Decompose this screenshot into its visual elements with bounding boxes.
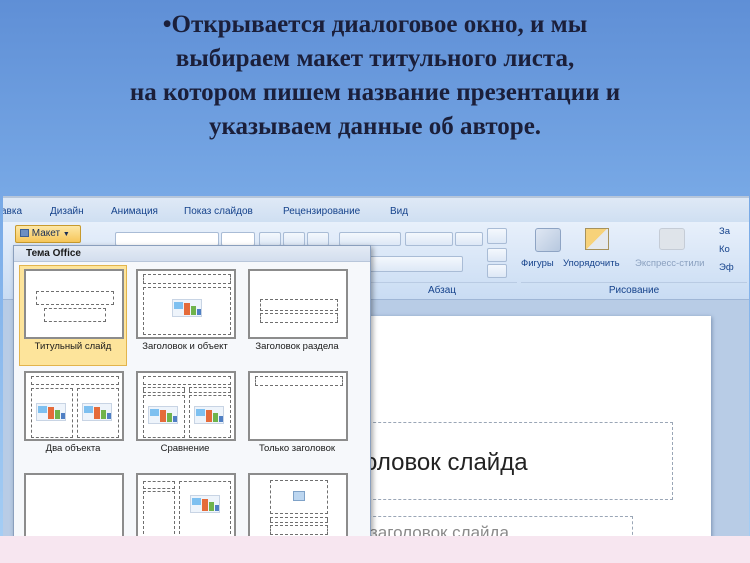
layout-icon — [20, 229, 29, 237]
slide-heading-line-3: на котором пишем название презентации и — [129, 79, 621, 106]
layout-label: Два объекта — [45, 443, 101, 454]
tab-review[interactable]: Рецензирование — [283, 206, 360, 217]
font-size-box[interactable] — [221, 232, 255, 246]
align-text-icon[interactable] — [487, 248, 507, 262]
shapes-icon[interactable] — [535, 228, 561, 252]
layout-label: Заголовок и объект — [142, 341, 228, 352]
fill-button-cut[interactable]: За — [719, 226, 730, 237]
tab-animation[interactable]: Анимация — [111, 206, 158, 217]
layout-button[interactable]: Макет ▼ — [15, 225, 81, 243]
gallery-theme-title: Тема Office — [14, 246, 370, 262]
text-direction-icon[interactable] — [487, 228, 507, 244]
font-name-box[interactable] — [115, 232, 219, 246]
drawing-group-label: Рисование — [521, 282, 747, 296]
grow-font-button[interactable] — [259, 232, 281, 246]
slide-heading-line-2: выбираем макет титульного листа, — [175, 45, 575, 72]
ribbon-tabs: авка Дизайн Анимация Показ слайдов Рецен… — [3, 198, 749, 222]
slide-heading: •Открывается диалоговое окно, и мы выбир… — [0, 8, 750, 144]
layout-thumbnail — [136, 473, 236, 536]
picture-icon — [293, 491, 305, 501]
powerpoint-screenshot: авка Дизайн Анимация Показ слайдов Рецен… — [3, 196, 749, 536]
outline-button-cut[interactable]: Ко — [719, 244, 730, 255]
layout-two-content[interactable]: Два объекта — [19, 367, 127, 468]
paragraph-group-label: Абзац — [367, 282, 517, 296]
content-placeholder-icon — [190, 495, 220, 513]
tab-design[interactable]: Дизайн — [50, 206, 84, 217]
layout-thumbnail — [248, 371, 348, 441]
layout-title-only[interactable]: Только заголовок — [243, 367, 351, 468]
content-placeholder-icon — [82, 403, 112, 421]
layout-label: Титульный слайд — [34, 341, 112, 352]
layout-label: Заголовок раздела — [255, 341, 339, 352]
tab-view[interactable]: Вид — [390, 206, 408, 217]
layout-comparison[interactable]: Сравнение — [131, 367, 239, 468]
layout-content-with-caption[interactable] — [131, 469, 239, 536]
layout-section-header[interactable]: Заголовок раздела — [243, 265, 351, 366]
title-placeholder[interactable]: оловок слайда — [353, 422, 673, 500]
tab-insert[interactable]: авка — [3, 206, 22, 217]
slide-heading-line-4: указываем данные об авторе. — [208, 113, 542, 140]
layout-thumbnail — [24, 269, 124, 339]
layout-title-slide[interactable]: Титульный слайд — [19, 265, 127, 366]
content-placeholder-icon — [194, 406, 224, 424]
layout-blank[interactable] — [19, 469, 127, 536]
indent-button[interactable] — [405, 232, 453, 246]
line-spacing-button[interactable] — [455, 232, 483, 246]
layout-thumbnail — [24, 371, 124, 441]
layout-thumbnail — [136, 371, 236, 441]
layout-title-content[interactable]: Заголовок и объект — [131, 265, 239, 366]
arrange-button[interactable]: Упорядочить — [563, 258, 620, 269]
layout-thumbnail — [248, 473, 348, 536]
slide-heading-line-1: •Открывается диалоговое окно, и мы — [162, 11, 588, 38]
align-buttons[interactable] — [367, 256, 463, 272]
arrange-icon[interactable] — [585, 228, 609, 250]
layout-button-label: Макет — [31, 228, 61, 239]
smartart-icon[interactable] — [487, 264, 507, 278]
layout-thumbnail — [136, 269, 236, 339]
subtitle-placeholder[interactable]: заголовок слайда — [353, 516, 633, 536]
clear-format-button[interactable] — [307, 232, 329, 246]
layout-picture-with-caption[interactable] — [243, 469, 351, 536]
slide-canvas[interactable]: оловок слайда заголовок слайда — [353, 316, 711, 536]
content-placeholder-icon — [36, 403, 66, 421]
layout-label: Только заголовок — [258, 443, 336, 454]
layout-gallery: Тема Office Титульный слайд Заголовок и … — [13, 245, 371, 536]
tab-slideshow[interactable]: Показ слайдов — [184, 206, 253, 217]
shrink-font-button[interactable] — [283, 232, 305, 246]
slide-footer-band — [0, 536, 750, 563]
shapes-button[interactable]: Фигуры — [521, 258, 554, 269]
layout-label: Сравнение — [160, 443, 210, 454]
layout-thumbnail — [248, 269, 348, 339]
layout-thumbnail — [24, 473, 124, 536]
effects-button-cut[interactable]: Эф — [719, 262, 734, 273]
chevron-down-icon: ▼ — [62, 231, 70, 238]
content-placeholder-icon — [172, 299, 202, 317]
quick-styles-button[interactable]: Экспресс-стили — [635, 258, 704, 269]
content-placeholder-icon — [148, 406, 178, 424]
bullets-button[interactable] — [339, 232, 401, 246]
quick-styles-icon[interactable] — [659, 228, 685, 250]
